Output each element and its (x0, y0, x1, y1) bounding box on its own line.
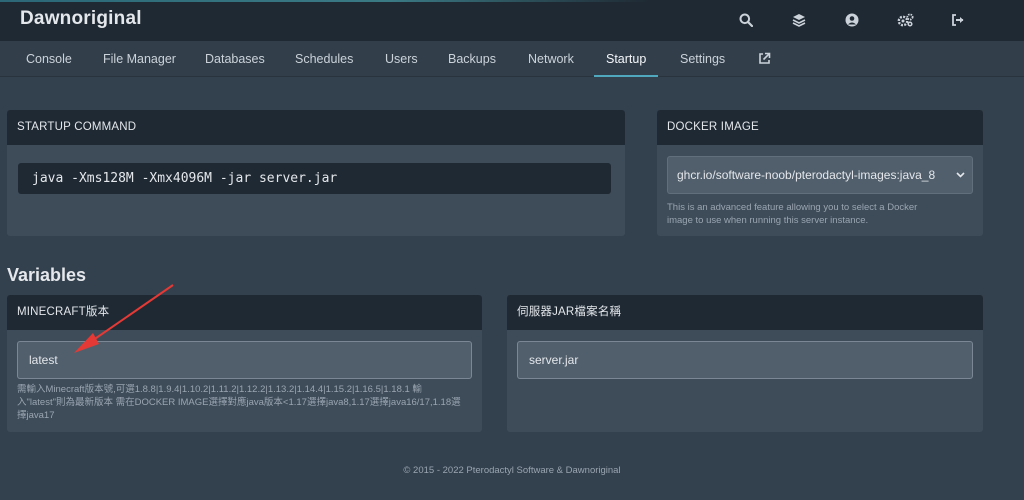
layers-icon[interactable] (789, 11, 809, 29)
top-bar: Dawnoriginal (0, 0, 1024, 41)
docker-image-selected: ghcr.io/software-noob/pterodactyl-images… (677, 168, 936, 182)
startup-command-panel: STARTUP COMMAND java -Xms128M -Xmx4096M … (7, 110, 625, 236)
variable-card-minecraft-version: MINECRAFT版本 latest 需輸入Minecraft版本號,可選1.8… (7, 295, 482, 432)
progress-line (0, 0, 650, 2)
brand-title[interactable]: Dawnoriginal (20, 8, 142, 30)
variable-header: 伺服器JAR檔案名稱 (507, 295, 983, 330)
variable-header: MINECRAFT版本 (7, 295, 482, 330)
startup-command-header: STARTUP COMMAND (7, 110, 625, 145)
tab-databases[interactable]: Databases (205, 41, 265, 77)
tab-file-manager[interactable]: File Manager (103, 41, 176, 77)
tab-network[interactable]: Network (528, 41, 574, 77)
minecraft-version-input[interactable]: latest (17, 341, 472, 379)
server-nav: Console File Manager Databases Schedules… (0, 41, 1024, 77)
sign-out-icon[interactable] (948, 11, 968, 29)
variable-description-line-1: 需輸入Minecraft版本號,可選1.8.8|1.9.4|1.10.2|1.1… (17, 384, 422, 395)
tab-schedules[interactable]: Schedules (295, 41, 353, 77)
docker-help-line-1: This is an advanced feature allowing you… (667, 202, 918, 213)
tab-console[interactable]: Console (26, 41, 72, 77)
tab-startup[interactable]: Startup (593, 41, 659, 77)
cogs-icon[interactable] (895, 11, 915, 29)
server-jar-input[interactable]: server.jar (517, 341, 973, 379)
user-circle-icon[interactable] (842, 11, 862, 29)
docker-image-panel: DOCKER IMAGE ghcr.io/software-noob/ptero… (657, 110, 983, 236)
search-icon[interactable] (736, 11, 756, 29)
external-link-icon[interactable] (758, 52, 772, 66)
docker-help-line-2: image to use when running this server in… (667, 215, 869, 226)
tab-backups[interactable]: Backups (448, 41, 496, 77)
footer-copyright: © 2015 - 2022 Pterodactyl Software & Daw… (403, 465, 621, 476)
variable-description-line-2: 入"latest"則為最新版本 需在DOCKER IMAGE選擇對應java版本… (17, 397, 461, 408)
top-icons (736, 11, 968, 29)
variable-card-server-jar: 伺服器JAR檔案名稱 server.jar (507, 295, 983, 432)
tab-settings[interactable]: Settings (680, 41, 725, 77)
variable-description-line-3: 擇java17 (17, 410, 55, 421)
tab-users[interactable]: Users (385, 41, 418, 77)
docker-image-header: DOCKER IMAGE (657, 110, 983, 145)
variables-title: Variables (7, 265, 87, 285)
chevron-down-icon (956, 157, 965, 193)
docker-image-select[interactable]: ghcr.io/software-noob/pterodactyl-images… (667, 156, 973, 194)
startup-command-value: java -Xms128M -Xmx4096M -jar server.jar (18, 163, 611, 194)
